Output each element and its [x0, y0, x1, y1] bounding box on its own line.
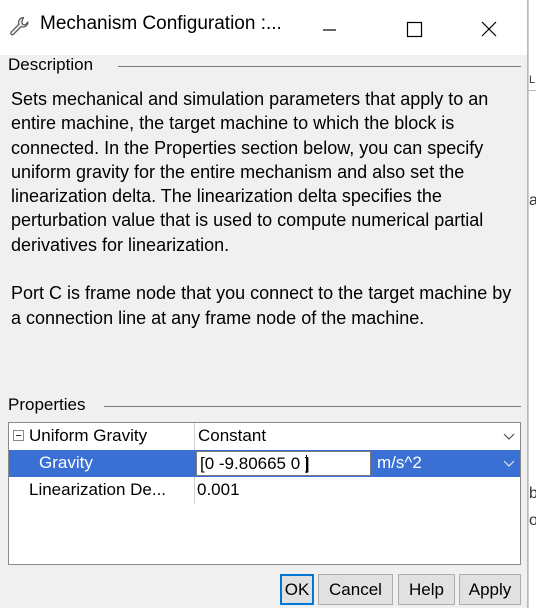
mechanism-configuration-dialog: Mechanism Configuration :... Description…	[0, 0, 528, 608]
background-divider	[528, 90, 536, 91]
maximize-button[interactable]	[384, 0, 442, 55]
property-row-uniform-gravity[interactable]: Uniform Gravity Constant	[9, 423, 520, 450]
close-icon	[481, 21, 497, 37]
gravity-unit-text: m/s^2	[377, 453, 422, 472]
gravity-value-input[interactable]: [0 -9.80665 0 ]	[196, 451, 371, 476]
background-text: b	[529, 485, 536, 502]
close-button[interactable]	[459, 0, 517, 55]
property-value-select[interactable]: Constant	[198, 423, 498, 450]
ok-button[interactable]: OK	[280, 574, 314, 605]
section-rule	[118, 66, 521, 67]
background-text: o	[529, 512, 536, 529]
text-caret	[306, 455, 307, 473]
title-bar[interactable]: Mechanism Configuration :...	[0, 0, 527, 55]
help-button[interactable]: Help	[398, 574, 455, 605]
background-text: L	[529, 74, 536, 86]
window-title: Mechanism Configuration :...	[40, 13, 282, 34]
property-value[interactable]: 0.001	[197, 477, 497, 504]
description-text: Sets mechanical and simulation parameter…	[11, 89, 512, 328]
collapse-icon[interactable]	[13, 430, 24, 441]
maximize-icon	[406, 21, 423, 38]
properties-heading: Properties	[8, 395, 90, 415]
property-name: Linearization De...	[29, 480, 167, 499]
property-name: Uniform Gravity	[29, 426, 148, 445]
property-row-linearization-delta[interactable]: Linearization De... 0.001	[9, 477, 520, 504]
chevron-down-icon	[503, 460, 515, 467]
gravity-value-text: [0 -9.80665 0 ]	[200, 454, 310, 473]
chevron-down-icon[interactable]	[502, 432, 516, 442]
section-rule	[104, 406, 521, 407]
apply-button[interactable]: Apply	[459, 574, 521, 605]
properties-table: Uniform Gravity Constant Gravity [0 -9.8…	[8, 422, 521, 565]
minimize-icon	[323, 29, 336, 31]
cancel-button[interactable]: Cancel	[318, 574, 393, 605]
wrench-icon	[10, 16, 29, 36]
property-name: Gravity	[39, 453, 93, 472]
gravity-unit-select[interactable]: m/s^2	[373, 450, 520, 477]
background-text: a	[529, 192, 536, 209]
property-row-gravity[interactable]: Gravity [0 -9.80665 0 ] m/s^2	[9, 450, 520, 477]
description-heading: Description	[8, 55, 98, 75]
minimize-button[interactable]	[300, 0, 358, 55]
